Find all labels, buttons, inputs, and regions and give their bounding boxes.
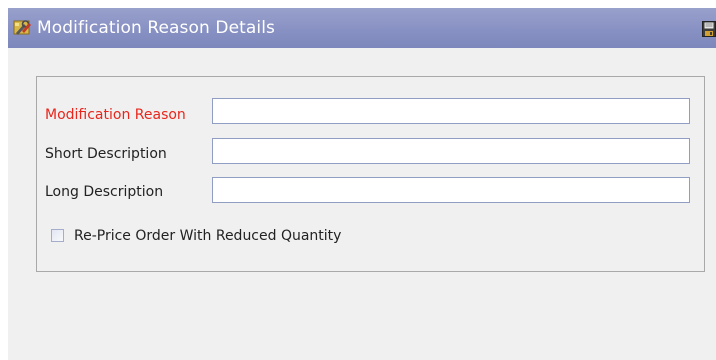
modification-reason-label: Modification Reason [45, 107, 186, 123]
short-description-input[interactable] [212, 138, 690, 164]
reprice-order-checkbox[interactable] [51, 229, 64, 242]
long-description-label: Long Description [45, 184, 164, 200]
title-bar: Modification Reason Details [8, 8, 716, 48]
reprice-order-checkbox-label[interactable]: Re-Price Order With Reduced Quantity [74, 226, 341, 246]
wrench-tools-icon [13, 19, 33, 37]
modification-reason-details-panel: Modification Reason Details Modification… [8, 8, 716, 360]
save-icon[interactable] [702, 21, 716, 37]
page-title: Modification Reason Details [37, 18, 276, 38]
long-description-input[interactable] [212, 177, 690, 203]
modification-reason-input[interactable] [212, 98, 690, 124]
short-description-label: Short Description [45, 146, 167, 162]
